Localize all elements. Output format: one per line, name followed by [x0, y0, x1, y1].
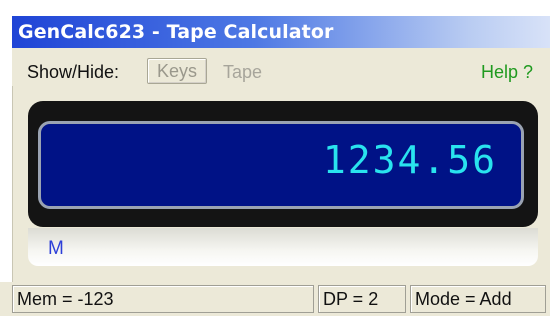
display-footer [28, 228, 538, 266]
status-memory: Mem = -123 [12, 285, 314, 313]
window-title: GenCalc623 - Tape Calculator [18, 21, 334, 43]
display-screen: 1234.56 [38, 121, 524, 209]
toolbar: Show/Hide: Keys Tape Help ? [12, 48, 550, 86]
display-value: 1234.56 [322, 138, 497, 182]
keys-toggle-button[interactable]: Keys [147, 58, 207, 84]
title-bar[interactable]: GenCalc623 - Tape Calculator [12, 16, 550, 48]
memory-indicator: M [48, 238, 64, 259]
status-mode: Mode = Add [410, 285, 546, 313]
status-bar: Mem = -123 DP = 2 Mode = Add [0, 282, 550, 316]
status-decimal-places: DP = 2 [318, 285, 406, 313]
help-link[interactable]: Help ? [481, 62, 533, 83]
show-hide-label: Show/Hide: [27, 62, 120, 82]
tape-toggle-link[interactable]: Tape [223, 62, 262, 83]
